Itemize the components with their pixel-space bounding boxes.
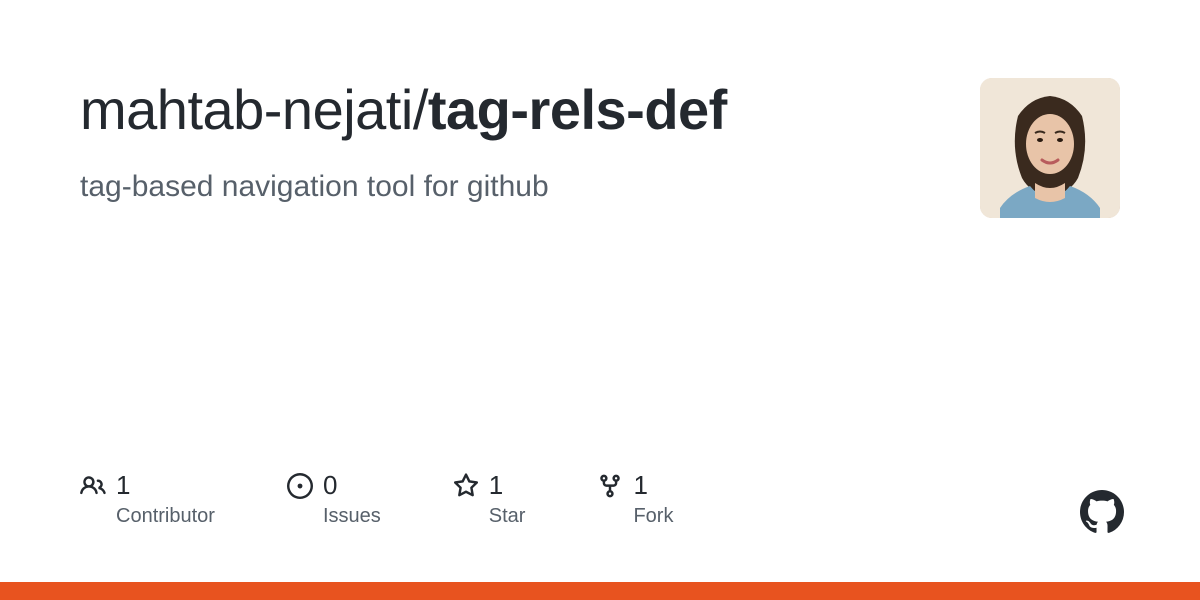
stat-stars[interactable]: 1 Star: [453, 470, 526, 528]
people-icon: [80, 473, 106, 499]
avatar-image: [980, 78, 1120, 218]
stat-contributors[interactable]: 1 Contributor: [80, 470, 215, 528]
title-section: mahtab-nejati/tag-rels-def tag-based nav…: [80, 78, 980, 204]
accent-bar: [0, 582, 1200, 600]
repo-card: mahtab-nejati/tag-rels-def tag-based nav…: [0, 0, 1200, 600]
stat-label: Contributor: [116, 505, 215, 528]
stats-row: 1 Contributor 0 Issues 1 Star: [80, 470, 673, 528]
github-logo-icon[interactable]: [1080, 490, 1124, 534]
avatar[interactable]: [980, 78, 1120, 218]
stat-count: 1: [633, 470, 647, 501]
repo-description: tag-based navigation tool for github: [80, 170, 940, 204]
repo-separator: /: [413, 78, 428, 141]
repo-name: tag-rels-def: [428, 78, 727, 141]
stat-label: Issues: [323, 505, 381, 528]
stat-label: Star: [489, 505, 526, 528]
stat-count: 0: [323, 470, 337, 501]
stat-forks[interactable]: 1 Fork: [597, 470, 673, 528]
stat-count: 1: [489, 470, 503, 501]
repo-owner: mahtab-nejati: [80, 78, 413, 141]
issue-icon: [287, 473, 313, 499]
fork-icon: [597, 473, 623, 499]
stat-count: 1: [116, 470, 130, 501]
stat-issues[interactable]: 0 Issues: [287, 470, 381, 528]
header-row: mahtab-nejati/tag-rels-def tag-based nav…: [80, 78, 1120, 218]
stat-label: Fork: [633, 505, 673, 528]
repo-title[interactable]: mahtab-nejati/tag-rels-def: [80, 78, 940, 142]
star-icon: [453, 473, 479, 499]
